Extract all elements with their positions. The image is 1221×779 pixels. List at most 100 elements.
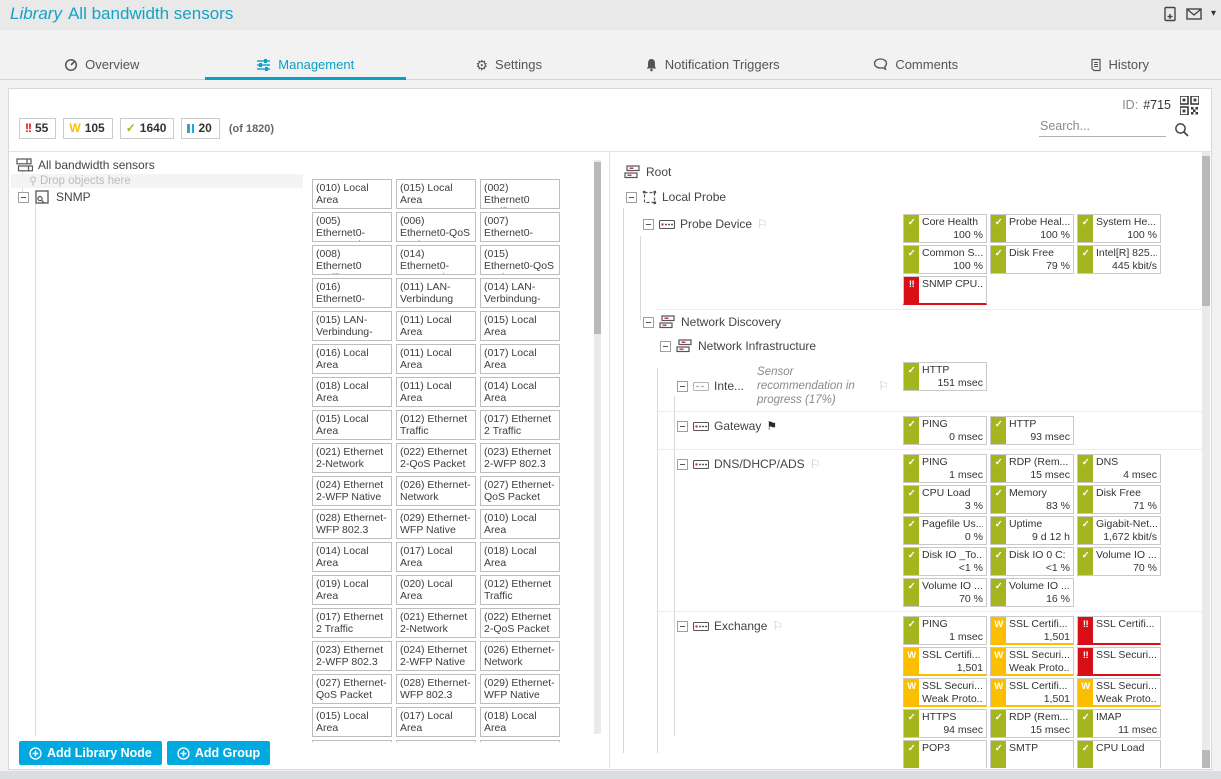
new-report-icon[interactable] <box>1163 6 1177 22</box>
bandwidth-sensor-item[interactable]: (015) Local Area <box>480 311 560 341</box>
collapse-icon[interactable] <box>677 621 688 632</box>
collapse-icon[interactable] <box>18 192 29 203</box>
sensor-box[interactable]: ✓Volume IO ...70 % <box>1077 547 1161 576</box>
bandwidth-sensor-item[interactable]: (011) Local Area <box>312 740 392 742</box>
sensor-box[interactable]: WSSL Securi...Weak Proto... <box>903 678 987 707</box>
bandwidth-sensor-item[interactable]: (018) Local Area <box>480 542 560 572</box>
bandwidth-sensor-item[interactable]: (023) Ethernet 2-WFP 802.3 <box>312 641 392 671</box>
collapse-icon[interactable] <box>677 381 688 392</box>
bandwidth-sensor-item[interactable]: (017) Local Area <box>396 707 476 737</box>
sensor-box[interactable]: WSSL Securi...Weak Proto... <box>1077 678 1161 707</box>
sensor-box[interactable]: WSSL Certifi...1,501 <box>903 647 987 676</box>
device-row-probe-device[interactable]: Probe Device ⚐ <box>618 214 903 231</box>
bandwidth-sensor-item[interactable]: (027) Ethernet-QoS Packet <box>480 476 560 506</box>
sensor-box[interactable]: !!SSL Certifi... <box>1077 616 1161 645</box>
sensor-box[interactable]: ✓System He...100 % <box>1077 214 1161 243</box>
warning-count-badge[interactable]: W105 <box>63 118 112 139</box>
flag-outline-icon[interactable]: ⚐ <box>772 620 783 632</box>
bandwidth-sensor-item[interactable]: (010) Local Area <box>312 179 392 209</box>
collapse-icon[interactable] <box>643 317 654 328</box>
sensor-box[interactable]: ✓IMAP11 msec <box>1077 709 1161 738</box>
bandwidth-sensor-item[interactable]: (021) Ethernet 2-Network <box>396 608 476 638</box>
tab-notification-triggers[interactable]: Notification Triggers <box>611 50 815 79</box>
sensor-box[interactable]: ✓Disk IO 0 C:<1 % <box>990 547 1074 576</box>
bandwidth-sensor-item[interactable]: (007) Ethernet0-WFP 802.3 <box>480 212 560 242</box>
bandwidth-sensor-item[interactable]: (029) Ethernet-WFP Native <box>480 674 560 704</box>
bandwidth-sensor-item[interactable]: (024) Ethernet 2-WFP Native <box>312 476 392 506</box>
sensor-box[interactable]: WSSL Certifi...1,501 <box>990 678 1074 707</box>
bandwidth-sensor-item[interactable]: (018) Local Area <box>480 707 560 737</box>
bandwidth-sensor-item[interactable]: (005) Ethernet0-WFP Native <box>312 212 392 242</box>
collapse-icon[interactable] <box>626 192 637 203</box>
bandwidth-sensor-item[interactable]: (012) Ethernet Traffic <box>396 410 476 440</box>
tree-group-network-discovery[interactable]: Network Discovery <box>618 310 1205 334</box>
sensor-box[interactable]: ✓Disk Free79 % <box>990 245 1074 274</box>
bandwidth-sensor-item[interactable]: (026) Ethernet-Network <box>396 476 476 506</box>
bandwidth-sensor-item[interactable]: (018) Local Area <box>312 377 392 407</box>
bandwidth-sensor-item[interactable]: (012) Ethernet Traffic <box>480 575 560 605</box>
device-row-interface[interactable]: Inte... Sensor recommendation in progres… <box>618 362 903 407</box>
bandwidth-sensor-item[interactable]: (015) Local Area <box>312 707 392 737</box>
sensor-box[interactable]: ✓Probe Heal...100 % <box>990 214 1074 243</box>
ok-count-badge[interactable]: ✓1640 <box>120 118 175 139</box>
bandwidth-sensor-item[interactable]: (014) LAN-Verbindung-QoS <box>480 278 560 308</box>
sensor-box[interactable]: WSSL Certifi...1,501 <box>990 616 1074 645</box>
bandwidth-sensor-item[interactable]: (029) Ethernet-WFP Native <box>396 509 476 539</box>
bandwidth-sensor-item[interactable]: (014) Ethernet0-WFP Native <box>396 245 476 275</box>
right-scrollbar-end[interactable] <box>1202 750 1210 768</box>
sensor-box[interactable]: ✓RDP (Rem...15 msec <box>990 454 1074 483</box>
sensor-box[interactable]: ✓SMTP <box>990 740 1074 768</box>
tree-root-row[interactable]: Root <box>618 160 1205 184</box>
device-row-exchange[interactable]: Exchange ⚐ <box>618 616 903 633</box>
left-scrollbar[interactable] <box>594 160 601 734</box>
sensor-box[interactable]: ✓Uptime9 d 12 h <box>990 516 1074 545</box>
sensor-box[interactable]: !!SSL Securi... <box>1077 647 1161 676</box>
tree-probe-row[interactable]: Local Probe <box>618 184 1205 210</box>
sensor-box[interactable]: ✓HTTPS94 msec <box>903 709 987 738</box>
sensor-box[interactable]: ✓Volume IO ...70 % <box>903 578 987 607</box>
bandwidth-sensor-item[interactable]: (014) Local Area <box>480 377 560 407</box>
bandwidth-sensor-item[interactable]: (019) Local Area <box>312 575 392 605</box>
sensor-box[interactable]: ✓Gigabit-Net...1,672 kbit/s <box>1077 516 1161 545</box>
bandwidth-sensor-item[interactable]: (011) Local Area <box>396 311 476 341</box>
bandwidth-sensor-item[interactable]: (028) Ethernet-WFP 802.3 <box>396 674 476 704</box>
left-scrollbar-thumb[interactable] <box>594 162 601 334</box>
bandwidth-sensor-item[interactable]: (027) Ethernet-QoS Packet <box>312 674 392 704</box>
search-icon[interactable] <box>1174 122 1189 137</box>
bandwidth-sensor-item[interactable]: (002) Ethernet0 Traffic <box>480 179 560 209</box>
sensor-box[interactable]: ✓PING1 msec <box>903 616 987 645</box>
paused-count-badge[interactable]: 20 <box>181 118 219 139</box>
flag-filled-icon[interactable]: ⚑ <box>766 420 777 432</box>
device-row-dns-dhcp-ads[interactable]: DNS/DHCP/ADS ⚐ <box>618 454 903 471</box>
sensor-box[interactable]: !!SNMP CPU... <box>903 276 987 305</box>
sensor-box[interactable]: ✓PING1 msec <box>903 454 987 483</box>
bandwidth-sensor-item[interactable]: (016) Ethernet0-WFP 802.3 <box>312 278 392 308</box>
sensor-box[interactable]: ✓Pagefile Us...0 % <box>903 516 987 545</box>
error-count-badge[interactable]: !!55 <box>19 118 56 139</box>
collapse-icon[interactable] <box>677 459 688 470</box>
sensor-box[interactable]: ✓CPU Load <box>1077 740 1161 768</box>
bandwidth-sensor-item[interactable]: (015) Local Area <box>396 179 476 209</box>
tab-history[interactable]: History <box>1018 50 1221 79</box>
bandwidth-sensor-item[interactable]: (008) Ethernet0 Traffic <box>312 245 392 275</box>
bandwidth-sensor-item[interactable]: (017) Local Area <box>396 542 476 572</box>
sensor-box[interactable]: ✓Disk IO _To...<1 % <box>903 547 987 576</box>
bandwidth-sensor-item[interactable]: (010) Local Area <box>480 509 560 539</box>
bandwidth-sensor-item[interactable]: (014) Local Area <box>480 740 560 742</box>
collapse-icon[interactable] <box>660 341 671 352</box>
email-icon[interactable] <box>1186 8 1202 20</box>
flag-outline-icon[interactable]: ⚐ <box>757 218 768 230</box>
flag-outline-icon[interactable]: ⚐ <box>878 380 889 392</box>
bandwidth-sensor-item[interactable]: (024) Ethernet 2-WFP Native <box>396 641 476 671</box>
sensor-box[interactable]: ✓CPU Load3 % <box>903 485 987 514</box>
collapse-icon[interactable] <box>677 421 688 432</box>
tab-settings[interactable]: ⚙ Settings <box>407 50 611 79</box>
tree-group-network-infrastructure[interactable]: Network Infrastructure <box>618 334 1205 358</box>
sensor-box[interactable]: ✓POP3 <box>903 740 987 768</box>
bandwidth-sensor-item[interactable]: (022) Ethernet 2-QoS Packet <box>396 443 476 473</box>
flag-outline-icon[interactable]: ⚐ <box>810 458 821 470</box>
tab-comments[interactable]: Comments <box>814 50 1018 79</box>
bandwidth-sensor-item[interactable]: (028) Ethernet-WFP 802.3 <box>312 509 392 539</box>
bandwidth-sensor-item[interactable]: (015) Ethernet0-QoS Packet <box>480 245 560 275</box>
bandwidth-sensor-item[interactable]: (011) Local Area <box>396 377 476 407</box>
